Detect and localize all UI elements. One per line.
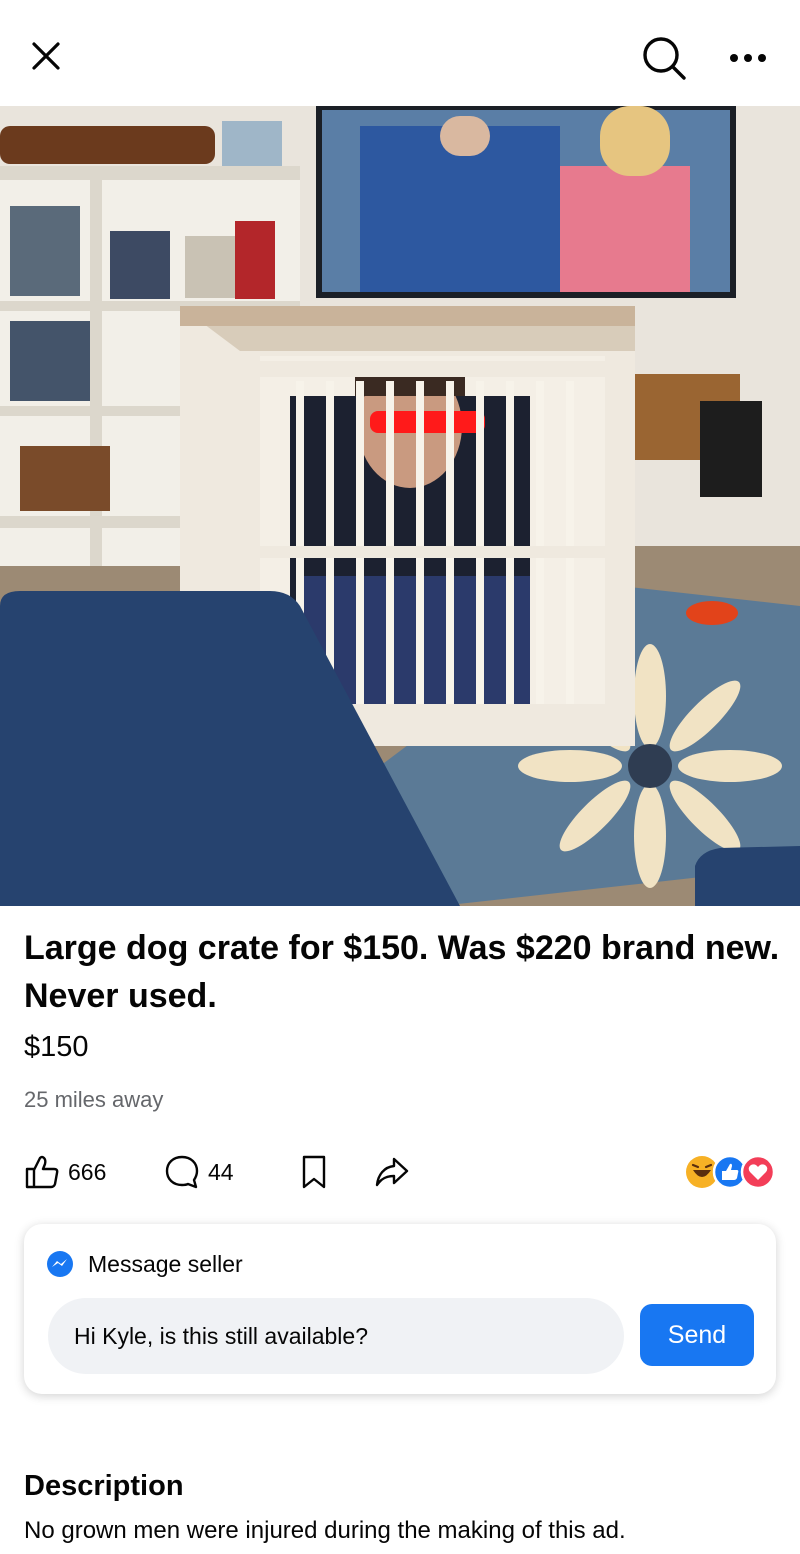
love-reaction-icon <box>740 1154 776 1190</box>
comment-count: 44 <box>208 1158 234 1185</box>
description-heading: Description <box>24 1470 184 1502</box>
message-seller-card: Message seller Hi Kyle, is this still av… <box>24 1224 776 1394</box>
like-count: 666 <box>68 1158 107 1185</box>
comment-icon <box>165 1155 199 1189</box>
message-seller-header: Message seller <box>46 1250 243 1278</box>
thumbs-up-icon <box>25 1155 59 1189</box>
like-button[interactable]: 666 <box>24 1148 106 1196</box>
description-text: No grown men were injured during the mak… <box>24 1517 626 1544</box>
share-button[interactable] <box>374 1148 410 1196</box>
reactions-summary[interactable] <box>684 1154 776 1190</box>
listing-distance: 25 miles away <box>24 1087 164 1112</box>
action-row: 666 44 <box>24 1148 776 1196</box>
listing-title: Large dog crate for $150. Was $220 brand… <box>24 929 780 1015</box>
top-bar <box>0 0 800 106</box>
message-input[interactable]: Hi Kyle, is this still available? <box>48 1298 624 1374</box>
share-icon <box>375 1157 409 1187</box>
send-button[interactable]: Send <box>640 1304 754 1366</box>
listing-photo[interactable] <box>0 106 800 906</box>
messenger-icon <box>47 1251 73 1277</box>
message-seller-label: Message seller <box>88 1250 243 1277</box>
search-icon[interactable] <box>636 30 692 86</box>
save-button[interactable] <box>298 1148 330 1196</box>
more-options-icon[interactable] <box>716 36 780 80</box>
comment-button[interactable]: 44 <box>164 1148 234 1196</box>
close-icon[interactable] <box>22 32 70 80</box>
listing-price: $150 <box>24 1031 89 1063</box>
bookmark-icon <box>302 1155 326 1189</box>
